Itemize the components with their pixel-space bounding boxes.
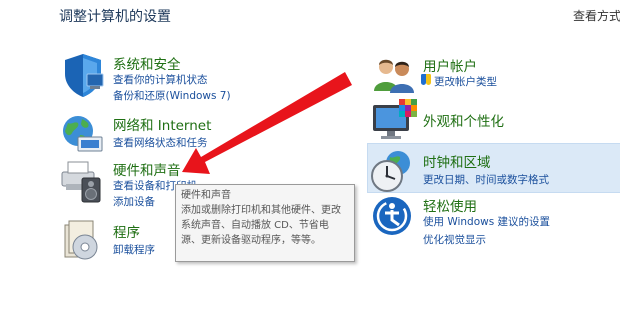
- link-uninstall-program[interactable]: 卸载程序: [113, 242, 155, 257]
- link-view-computer-status[interactable]: 查看你的计算机状态: [113, 72, 208, 87]
- link-network-status[interactable]: 查看网络状态和任务: [113, 135, 208, 150]
- globe-network-icon: [63, 116, 103, 152]
- tooltip-line: 系统声音、自动播放 CD、节省电: [181, 220, 329, 231]
- tooltip-line: 源、更新设备驱动程序，等等。: [181, 235, 321, 246]
- category-title[interactable]: 网络和 Internet: [113, 114, 211, 134]
- hardware-sound-tooltip: 硬件和声音 添加或删除打印机和其他硬件、更改 系统声音、自动播放 CD、节省电 …: [175, 184, 355, 262]
- link-change-date-time-format[interactable]: 更改日期、时间或数字格式: [423, 172, 549, 187]
- tooltip-line: 添加或删除打印机和其他硬件、更改: [181, 205, 341, 216]
- category-title[interactable]: 系统和安全: [113, 53, 181, 73]
- clock-globe-icon: [371, 151, 410, 192]
- category-title[interactable]: 硬件和声音: [113, 159, 181, 179]
- link-add-device[interactable]: 添加设备: [113, 194, 155, 209]
- monitor-palette-icon: [373, 99, 417, 139]
- link-optimize-visual-display[interactable]: 优化视觉显示: [423, 232, 486, 247]
- category-title[interactable]: 时钟和区域: [423, 151, 491, 171]
- ease-of-access-icon: [373, 197, 411, 235]
- printer-speaker-icon: [61, 161, 101, 203]
- tooltip-line: 硬件和声音: [181, 190, 231, 201]
- users-icon: [374, 59, 414, 93]
- uac-shield-icon: [421, 74, 431, 85]
- category-title[interactable]: 用户帐户: [423, 55, 477, 75]
- category-title[interactable]: 程序: [113, 221, 140, 241]
- page-title: 调整计算机的设置: [59, 9, 171, 25]
- category-title[interactable]: 轻松使用: [423, 195, 477, 215]
- programs-disk-icon: [64, 220, 98, 260]
- category-title[interactable]: 外观和个性化: [423, 110, 504, 130]
- shield-system-icon: [65, 54, 104, 97]
- link-change-account-type[interactable]: 更改帐户类型: [434, 74, 497, 89]
- view-by-label[interactable]: 查看方式: [573, 7, 620, 24]
- link-recommended-settings[interactable]: 使用 Windows 建议的设置: [423, 214, 550, 229]
- link-backup-restore[interactable]: 备份和还原(Windows 7): [113, 88, 231, 103]
